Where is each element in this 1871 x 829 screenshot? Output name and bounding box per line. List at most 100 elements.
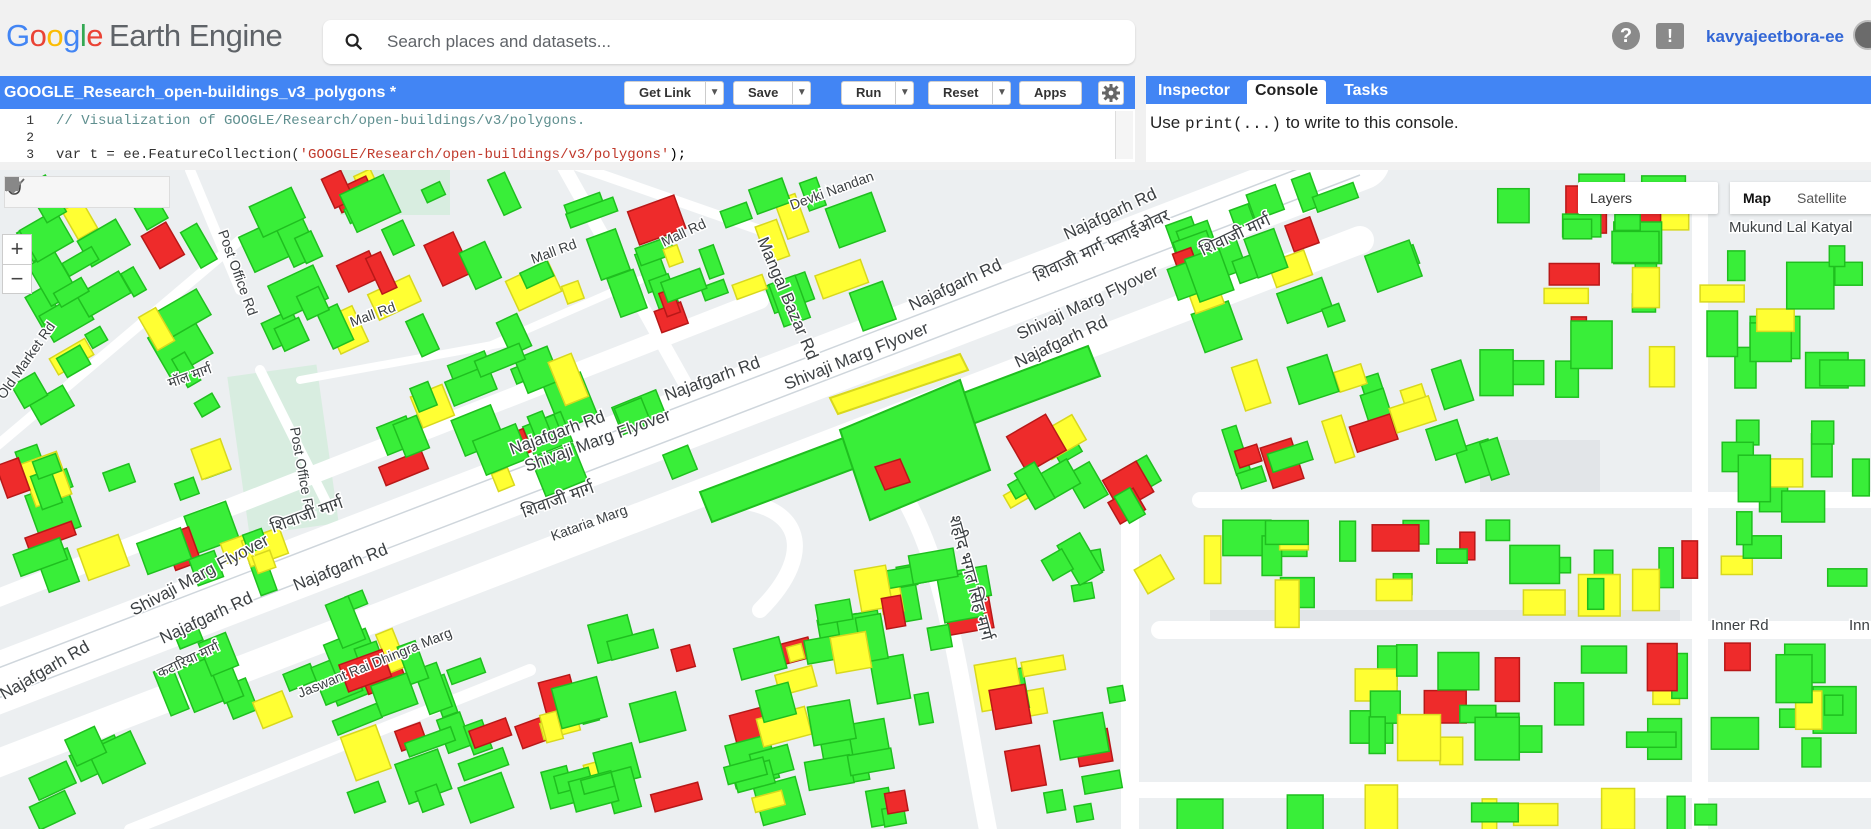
building-polygon[interactable] bbox=[988, 683, 1033, 731]
building-polygon[interactable] bbox=[883, 789, 909, 815]
map-type-button[interactable]: Map bbox=[1730, 182, 1784, 214]
save-button[interactable]: Save ▼ bbox=[733, 81, 812, 105]
building-polygon[interactable] bbox=[445, 657, 487, 686]
code-line[interactable]: var t = ee.FeatureCollection('GOOGLE/Res… bbox=[56, 147, 686, 162]
building-polygon[interactable] bbox=[1570, 320, 1613, 370]
building-polygon[interactable] bbox=[1735, 511, 1753, 546]
gear-icon[interactable] bbox=[1098, 81, 1124, 105]
building-polygon[interactable] bbox=[1395, 644, 1418, 677]
zoom-out-button[interactable]: − bbox=[3, 264, 31, 293]
chevron-down-icon[interactable]: ▼ bbox=[792, 82, 810, 104]
building-polygon[interactable] bbox=[173, 476, 201, 502]
building-polygon[interactable] bbox=[803, 753, 855, 792]
building-polygon[interactable] bbox=[670, 643, 697, 673]
building-polygon[interactable] bbox=[1339, 520, 1357, 562]
building-polygon[interactable] bbox=[1348, 413, 1399, 454]
building-polygon[interactable] bbox=[1562, 218, 1593, 240]
building-polygon[interactable] bbox=[1735, 419, 1760, 446]
building-polygon[interactable] bbox=[913, 691, 935, 726]
building-polygon[interactable] bbox=[560, 279, 586, 305]
building-polygon[interactable] bbox=[1470, 802, 1520, 823]
building-polygon[interactable] bbox=[1388, 394, 1438, 434]
building-polygon[interactable] bbox=[1230, 358, 1272, 412]
building-polygon[interactable] bbox=[380, 219, 416, 256]
building-polygon[interactable] bbox=[1070, 581, 1096, 603]
tab-inspector[interactable]: Inspector bbox=[1150, 80, 1238, 104]
building-polygon[interactable] bbox=[1648, 345, 1676, 388]
building-polygon[interactable] bbox=[806, 699, 858, 747]
building-polygon[interactable] bbox=[926, 623, 954, 652]
building-polygon[interactable] bbox=[1631, 568, 1661, 612]
building-polygon[interactable] bbox=[1133, 553, 1176, 595]
building-polygon[interactable] bbox=[1826, 568, 1868, 587]
tab-console[interactable]: Console bbox=[1247, 80, 1327, 104]
building-polygon[interactable] bbox=[28, 789, 77, 829]
building-polygon[interactable] bbox=[1052, 711, 1111, 761]
building-polygon[interactable] bbox=[1699, 284, 1745, 303]
run-button[interactable]: Run ▼ bbox=[841, 81, 915, 105]
building-polygon[interactable] bbox=[1479, 349, 1514, 397]
building-polygon[interactable] bbox=[1512, 802, 1559, 827]
building-polygon[interactable] bbox=[649, 781, 704, 813]
tab-tasks[interactable]: Tasks bbox=[1336, 80, 1396, 104]
building-polygon[interactable] bbox=[1775, 653, 1813, 704]
building-polygon[interactable] bbox=[1548, 262, 1600, 286]
building-polygon[interactable] bbox=[404, 312, 441, 358]
apps-button[interactable]: Apps bbox=[1019, 81, 1082, 105]
building-polygon[interactable] bbox=[1494, 657, 1521, 703]
zoom-in-button[interactable]: + bbox=[3, 235, 31, 264]
building-polygon[interactable] bbox=[1600, 787, 1636, 829]
building-polygon[interactable] bbox=[251, 689, 294, 730]
building-polygon[interactable] bbox=[486, 171, 522, 217]
map-canvas[interactable]: Post Office Rd Post Office Rd Mall Rd Ma… bbox=[0, 170, 1871, 829]
building-polygon[interactable] bbox=[785, 642, 806, 663]
building-polygon[interactable] bbox=[698, 243, 725, 280]
line-draw-icon[interactable] bbox=[5, 177, 104, 207]
rectangle-draw-icon[interactable] bbox=[5, 177, 169, 207]
building-polygon[interactable] bbox=[1364, 784, 1399, 829]
building-polygon[interactable] bbox=[1737, 454, 1772, 503]
building-polygon[interactable] bbox=[1724, 642, 1751, 672]
building-polygon[interactable] bbox=[1851, 458, 1871, 497]
building-polygon[interactable] bbox=[1176, 798, 1224, 829]
building-polygon[interactable] bbox=[1646, 642, 1678, 692]
building-polygon[interactable] bbox=[628, 690, 687, 744]
earth-engine-logo[interactable]: Google Earth Engine bbox=[6, 18, 283, 54]
building-polygon[interactable] bbox=[1658, 547, 1675, 589]
script-title[interactable]: GOOGLE_Research_open-buildings_v3_polygo… bbox=[4, 84, 396, 102]
building-polygon[interactable] bbox=[1694, 803, 1718, 826]
building-polygon[interactable] bbox=[190, 437, 233, 481]
building-polygon[interactable] bbox=[1706, 310, 1739, 358]
building-polygon[interactable] bbox=[1106, 684, 1126, 704]
building-polygon[interactable] bbox=[1522, 589, 1566, 616]
building-polygon[interactable] bbox=[1625, 731, 1677, 749]
chevron-down-icon[interactable]: ▼ bbox=[705, 82, 723, 104]
building-polygon[interactable] bbox=[1496, 187, 1530, 224]
building-polygon[interactable] bbox=[1264, 519, 1309, 546]
building-polygon[interactable] bbox=[1755, 308, 1795, 333]
building-polygon[interactable] bbox=[1631, 266, 1661, 309]
building-polygon[interactable] bbox=[1430, 359, 1475, 411]
building-polygon[interactable] bbox=[346, 780, 387, 814]
building-polygon[interactable] bbox=[1203, 535, 1222, 585]
building-polygon[interactable] bbox=[1810, 420, 1835, 445]
building-polygon[interactable] bbox=[1801, 737, 1822, 768]
building-polygon[interactable] bbox=[1780, 490, 1826, 523]
layers-button[interactable]: Layers bbox=[1578, 182, 1718, 214]
chevron-down-icon[interactable]: ▼ bbox=[895, 82, 913, 104]
building-polygon[interactable] bbox=[1785, 261, 1835, 310]
building-polygon[interactable] bbox=[829, 630, 873, 675]
reset-button[interactable]: Reset ▼ bbox=[928, 81, 1012, 105]
building-polygon[interactable] bbox=[1611, 230, 1660, 264]
user-account-name[interactable]: kavyajeetbora-ee bbox=[1706, 27, 1844, 47]
building-polygon[interactable] bbox=[1681, 540, 1699, 579]
code-line[interactable]: // Visualization of GOOGLE/Research/open… bbox=[56, 113, 585, 129]
building-polygon[interactable] bbox=[1436, 548, 1468, 564]
building-polygon[interactable] bbox=[1666, 795, 1686, 829]
building-polygon[interactable] bbox=[1828, 245, 1846, 268]
polygon-draw-icon[interactable] bbox=[6, 177, 136, 207]
building-polygon[interactable] bbox=[1286, 353, 1340, 406]
building-polygon[interactable] bbox=[1823, 694, 1844, 716]
building-polygon[interactable] bbox=[60, 245, 100, 278]
building-polygon[interactable] bbox=[1020, 654, 1067, 678]
